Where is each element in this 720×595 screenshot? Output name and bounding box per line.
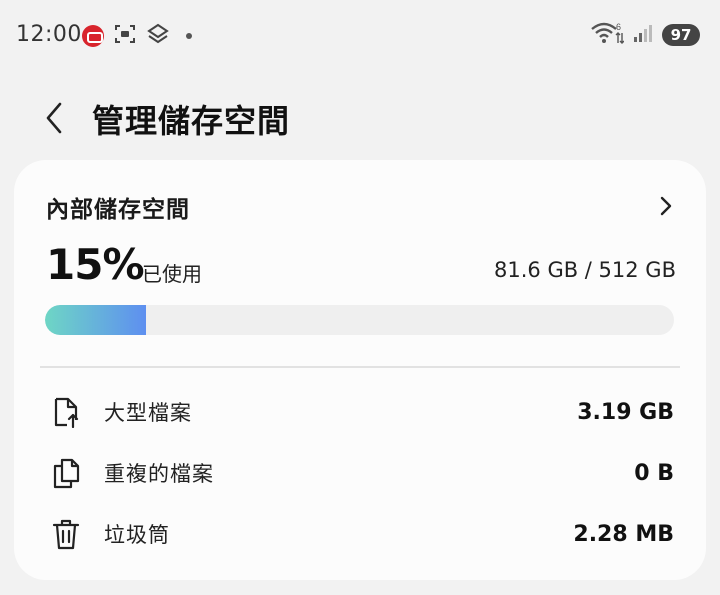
trash-label: 垃圾筒 (104, 523, 170, 547)
more-notifications-dot (186, 33, 192, 39)
capacity-text: 81.6 GB / 512 GB (494, 258, 676, 282)
chevron-right-icon (660, 196, 672, 216)
divider (40, 366, 680, 368)
duplicate-files-value: 0 B (634, 460, 674, 486)
large-files-value: 3.19 GB (577, 399, 674, 425)
app-notification-icon (82, 25, 104, 47)
status-bar: 12:00 6 97 (0, 0, 720, 70)
large-file-icon (46, 392, 86, 432)
back-arrow-icon (46, 102, 62, 134)
duplicate-files-icon (46, 453, 86, 493)
status-time: 12:00 (16, 22, 82, 47)
trash-value: 2.28 MB (573, 521, 674, 547)
internal-storage-card: 內部儲存空間 15% 已使用 81.6 GB / 512 GB 大型檔案 3.1… (14, 160, 706, 580)
system-icons: 6 97 (590, 22, 700, 48)
wifi-icon: 6 (590, 21, 625, 49)
large-files-row[interactable]: 大型檔案 3.19 GB (46, 382, 674, 442)
used-percent: 15% (46, 240, 145, 289)
trash-icon (46, 514, 86, 554)
storage-progress-bar (45, 305, 674, 335)
duplicate-files-label: 重複的檔案 (104, 462, 214, 486)
used-label: 已使用 (142, 262, 202, 286)
internal-storage-row[interactable]: 內部儲存空間 (46, 190, 678, 223)
large-files-label: 大型檔案 (104, 401, 192, 425)
internal-storage-title: 內部儲存空間 (46, 197, 190, 223)
notification-icons (82, 23, 192, 49)
battery-indicator: 97 (662, 24, 700, 46)
page-title: 管理儲存空間 (92, 102, 291, 140)
app-header: 管理儲存空間 (0, 88, 720, 148)
trash-row[interactable]: 垃圾筒 2.28 MB (46, 504, 674, 564)
layers-icon (146, 23, 170, 49)
back-button[interactable] (34, 96, 74, 140)
screenshot-icon (114, 23, 136, 49)
svg-text:6: 6 (616, 22, 621, 32)
signal-icon (632, 22, 654, 48)
duplicate-files-row[interactable]: 重複的檔案 0 B (46, 443, 674, 503)
storage-progress-fill (45, 305, 146, 335)
usage-summary: 15% 已使用 81.6 GB / 512 GB (46, 240, 676, 289)
